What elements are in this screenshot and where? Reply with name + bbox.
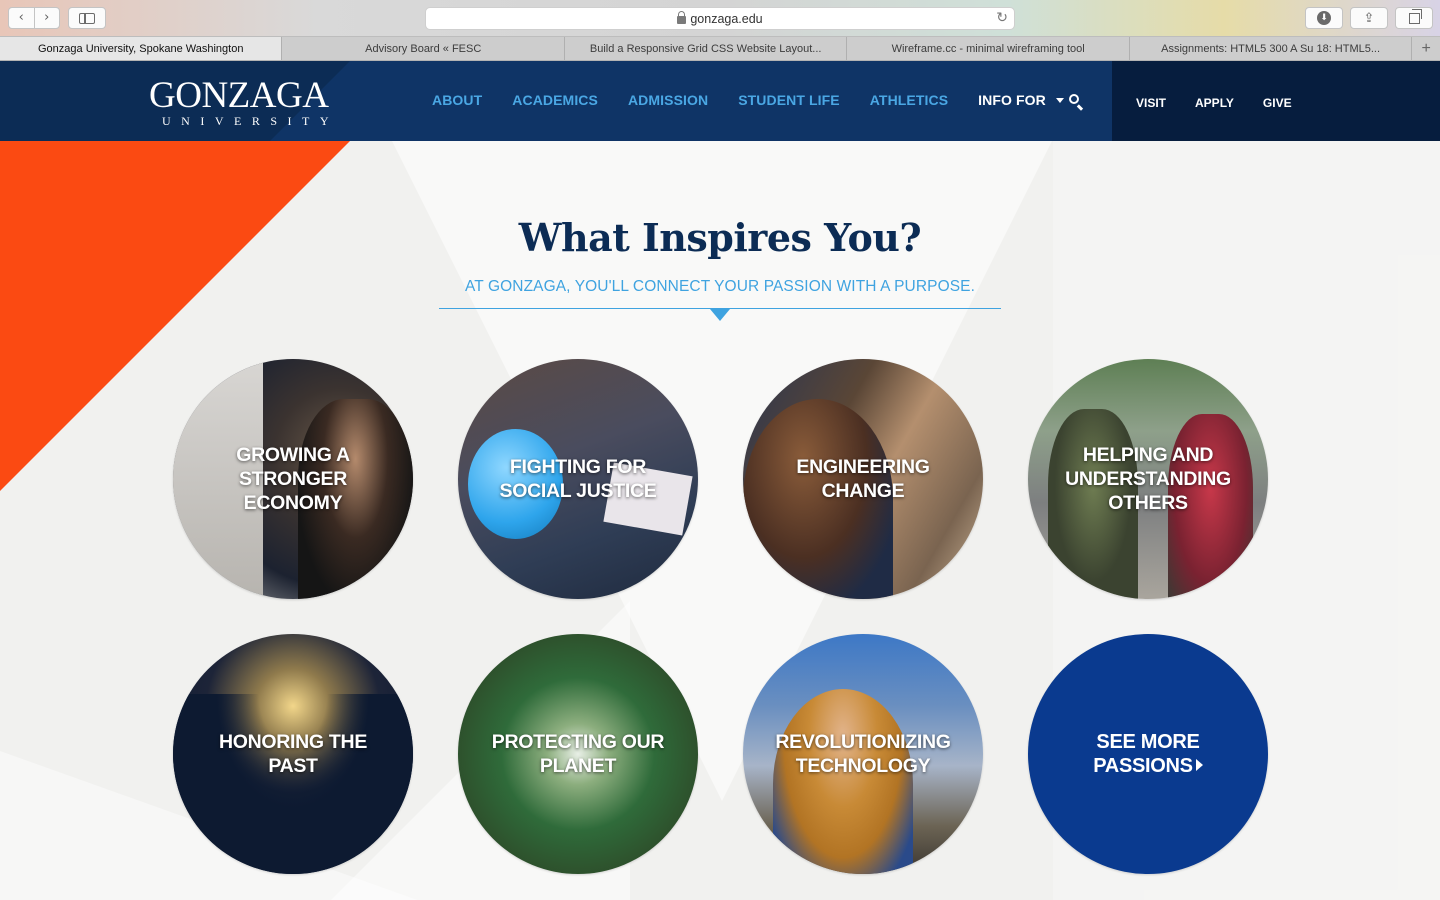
forward-button[interactable]: ›: [33, 8, 60, 28]
passion-circle-economy[interactable]: GROWING A STRONGER ECONOMY: [173, 359, 413, 599]
caret-right-icon: [1195, 759, 1203, 771]
passion-label: HONORING THE PAST: [218, 731, 368, 777]
downloads-button[interactable]: ⬇: [1305, 7, 1343, 29]
passion-circle-helping-others[interactable]: HELPING AND UNDERSTANDING OTHERS: [1028, 359, 1268, 599]
show-tabs-button[interactable]: [1395, 7, 1433, 29]
chevron-down-icon[interactable]: [1055, 97, 1064, 103]
nav-info-for[interactable]: INFO FOR: [978, 92, 1046, 108]
lock-icon: [677, 10, 687, 24]
share-icon: ⇪: [1363, 10, 1375, 26]
tabs-icon: [1408, 8, 1422, 24]
sidebar-icon: [79, 12, 95, 24]
visit-link[interactable]: VISIT: [1136, 96, 1166, 110]
main-nav: ABOUT ACADEMICS ADMISSION STUDENT LIFE A…: [432, 92, 1094, 108]
give-link[interactable]: GIVE: [1263, 96, 1292, 110]
sidebar-toggle-button[interactable]: [68, 7, 106, 29]
nav-athletics[interactable]: ATHLETICS: [870, 92, 948, 108]
hero-section: What Inspires You? AT GONZAGA, YOU'LL CO…: [0, 141, 1440, 900]
passion-label: PROTECTING OUR PLANET: [491, 731, 665, 777]
history-nav-buttons: ‹ ›: [8, 7, 60, 29]
new-tab-button[interactable]: +: [1412, 37, 1440, 60]
nav-admission[interactable]: ADMISSION: [628, 92, 708, 108]
back-button[interactable]: ‹: [9, 8, 34, 28]
browser-tab[interactable]: Assignments: HTML5 300 A Su 18: HTML5...: [1130, 37, 1413, 60]
nav-about[interactable]: ABOUT: [432, 92, 482, 108]
tab-bar: Gonzaga University, Spokane Washington A…: [0, 37, 1440, 61]
site-header: GONZAGA UNIVERSITY ABOUT ACADEMICS ADMIS…: [0, 61, 1440, 141]
hero-headline: What Inspires You?: [518, 215, 922, 260]
utility-nav: VISIT APPLY GIVE: [1136, 96, 1321, 110]
apply-link[interactable]: APPLY: [1195, 96, 1234, 110]
gonzaga-logo[interactable]: GONZAGA UNIVERSITY: [149, 75, 339, 129]
share-button[interactable]: ⇪: [1350, 7, 1388, 29]
passion-label: GROWING A STRONGER ECONOMY: [236, 444, 350, 514]
passion-circle-technology[interactable]: REVOLUTIONIZING TECHNOLOGY: [743, 634, 983, 874]
address-url: gonzaga.edu: [690, 11, 763, 26]
passion-label: REVOLUTIONIZING TECHNOLOGY: [775, 731, 951, 777]
passion-circle-planet[interactable]: PROTECTING OUR PLANET: [458, 634, 698, 874]
divider-arrow-icon: [710, 309, 730, 321]
browser-tab[interactable]: Advisory Board « FESC: [282, 37, 565, 60]
passion-label: HELPING AND UNDERSTANDING OTHERS: [1065, 444, 1231, 514]
passion-circle-engineering[interactable]: ENGINEERING CHANGE: [743, 359, 983, 599]
see-more-passions-button[interactable]: SEE MORE PASSIONS: [1028, 634, 1268, 874]
browser-toolbar: ‹ › gonzaga.edu ↻ ⬇ ⇪: [0, 0, 1440, 37]
see-more-label: SEE MORE PASSIONS: [1056, 730, 1240, 778]
passion-circle-history[interactable]: HONORING THE PAST: [173, 634, 413, 874]
address-bar[interactable]: gonzaga.edu ↻: [425, 7, 1015, 30]
hero-tagline: AT GONZAGA, YOU'LL CONNECT YOUR PASSION …: [464, 278, 976, 295]
download-icon: ⬇: [1317, 11, 1331, 25]
passion-label: FIGHTING FOR SOCIAL JUSTICE: [499, 456, 657, 502]
browser-tab[interactable]: Build a Responsive Grid CSS Website Layo…: [565, 37, 848, 60]
logo-wordmark: GONZAGA: [149, 75, 329, 116]
passion-label: ENGINEERING CHANGE: [796, 456, 930, 502]
logo-subtitle: UNIVERSITY: [162, 114, 339, 128]
passion-circle-social-justice[interactable]: FIGHTING FOR SOCIAL JUSTICE: [458, 359, 698, 599]
search-icon[interactable]: [1068, 93, 1084, 111]
nav-academics[interactable]: ACADEMICS: [512, 92, 598, 108]
browser-tab[interactable]: Gonzaga University, Spokane Washington: [0, 37, 283, 60]
reload-icon[interactable]: ↻: [996, 10, 1008, 26]
nav-student-life[interactable]: STUDENT LIFE: [738, 92, 840, 108]
browser-tab[interactable]: Wireframe.cc - minimal wireframing tool: [847, 37, 1130, 60]
